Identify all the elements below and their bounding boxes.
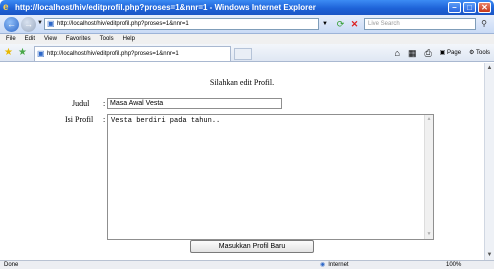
profil-text: Vesta berdiri pada tahun..: [111, 117, 221, 125]
search-icon: ⚲: [481, 19, 487, 28]
page-content: Silahkan edit Profil. Judul : Masa Awal …: [0, 63, 484, 260]
judul-colon: :: [103, 99, 106, 108]
profil-colon: :: [103, 115, 106, 124]
zoom-level[interactable]: 100%: [446, 261, 461, 269]
tools-icon: ⚙: [469, 50, 475, 56]
page-icon: ▣: [439, 50, 446, 56]
address-text: http://localhost/hiv/editprofil.php?pros…: [57, 21, 189, 27]
home-icon[interactable]: ⌂: [395, 47, 400, 59]
favorites-star-icon[interactable]: ★: [4, 47, 13, 59]
back-button[interactable]: ←: [4, 17, 19, 32]
address-bar[interactable]: ▣ http://localhost/hiv/editprofil.php?pr…: [44, 18, 319, 30]
page-icon: ▣: [47, 19, 55, 28]
menu-help[interactable]: Help: [123, 34, 135, 44]
command-bar: ⌂ ▦ ⎙ ▣ Page ⚙ Tools: [395, 47, 490, 59]
page-menu-label: Page: [447, 50, 462, 56]
tools-menu[interactable]: ⚙ Tools: [469, 47, 490, 59]
menu-file[interactable]: File: [6, 34, 16, 44]
page-title: Silahkan edit Profil.: [209, 78, 275, 87]
tab-title: http://localhost/hiv/editprofil.php?pros…: [47, 51, 179, 57]
window-controls: – □ ✕: [448, 2, 491, 13]
security-zone[interactable]: ◉ Internet: [320, 261, 349, 269]
tab-row: ★ ★ ▣ http://localhost/hiv/editprofil.ph…: [0, 44, 494, 62]
refresh-icon: ⟳: [336, 19, 345, 29]
globe-icon: ◉: [320, 262, 326, 268]
forward-arrow-icon: →: [24, 19, 33, 29]
profil-textarea[interactable]: Vesta berdiri pada tahun.. ▲ ▼: [107, 114, 434, 240]
window-title: http://localhost/hiv/editprofil.php?pros…: [15, 3, 316, 12]
status-text: Done: [4, 262, 19, 268]
textarea-scrollbar[interactable]: ▲ ▼: [424, 115, 433, 239]
window-titlebar: e http://localhost/hiv/editprofil.php?pr…: [0, 0, 494, 15]
judul-label: Judul: [72, 99, 90, 108]
maximize-button[interactable]: □: [463, 2, 476, 13]
page-icon: ▣: [37, 49, 45, 58]
tools-menu-label: Tools: [475, 50, 490, 56]
tab-editprofil[interactable]: ▣ http://localhost/hiv/editprofil.php?pr…: [34, 46, 231, 61]
scroll-up-icon[interactable]: ▲: [485, 63, 494, 73]
add-favorites-icon[interactable]: ★: [18, 47, 27, 59]
forward-button[interactable]: →: [21, 17, 36, 32]
ie-logo-icon: e: [3, 2, 9, 13]
address-dropdown-icon[interactable]: ▼: [320, 18, 330, 30]
status-bar: Done ◉ Internet 100%: [0, 260, 494, 269]
feeds-icon[interactable]: ▦: [408, 47, 417, 59]
menu-edit[interactable]: Edit: [25, 34, 35, 44]
search-button[interactable]: ⚲: [478, 18, 490, 30]
search-input[interactable]: Live Search: [364, 18, 476, 30]
history-dropdown-icon[interactable]: ▼: [37, 20, 43, 26]
page-menu[interactable]: ▣ Page: [440, 47, 461, 59]
profil-label: Isi Profil: [65, 115, 94, 124]
back-arrow-icon: ←: [7, 19, 16, 29]
scroll-up-icon[interactable]: ▲: [425, 115, 433, 124]
scroll-down-icon[interactable]: ▼: [485, 250, 494, 260]
judul-input[interactable]: Masa Awal Vesta: [107, 98, 282, 109]
address-toolbar: ← → ▼ ▣ http://localhost/hiv/editprofil.…: [0, 15, 494, 34]
scroll-down-icon[interactable]: ▼: [425, 230, 433, 239]
submit-profil-button[interactable]: Masukkan Profil Baru: [190, 240, 314, 253]
page-scrollbar[interactable]: ▲ ▼: [484, 63, 494, 260]
minimize-button[interactable]: –: [448, 2, 461, 13]
menu-view[interactable]: View: [44, 34, 57, 44]
menu-tools[interactable]: Tools: [100, 34, 114, 44]
stop-icon: ✕: [350, 19, 359, 29]
print-icon[interactable]: ⎙: [424, 47, 431, 59]
refresh-button[interactable]: ⟳: [334, 18, 347, 30]
menu-bar: File Edit View Favorites Tools Help: [0, 34, 494, 44]
zone-label: Internet: [328, 262, 349, 268]
stop-button[interactable]: ✕: [348, 18, 361, 30]
close-button[interactable]: ✕: [478, 2, 491, 13]
menu-favorites[interactable]: Favorites: [66, 34, 91, 44]
new-tab-button[interactable]: [234, 48, 252, 60]
